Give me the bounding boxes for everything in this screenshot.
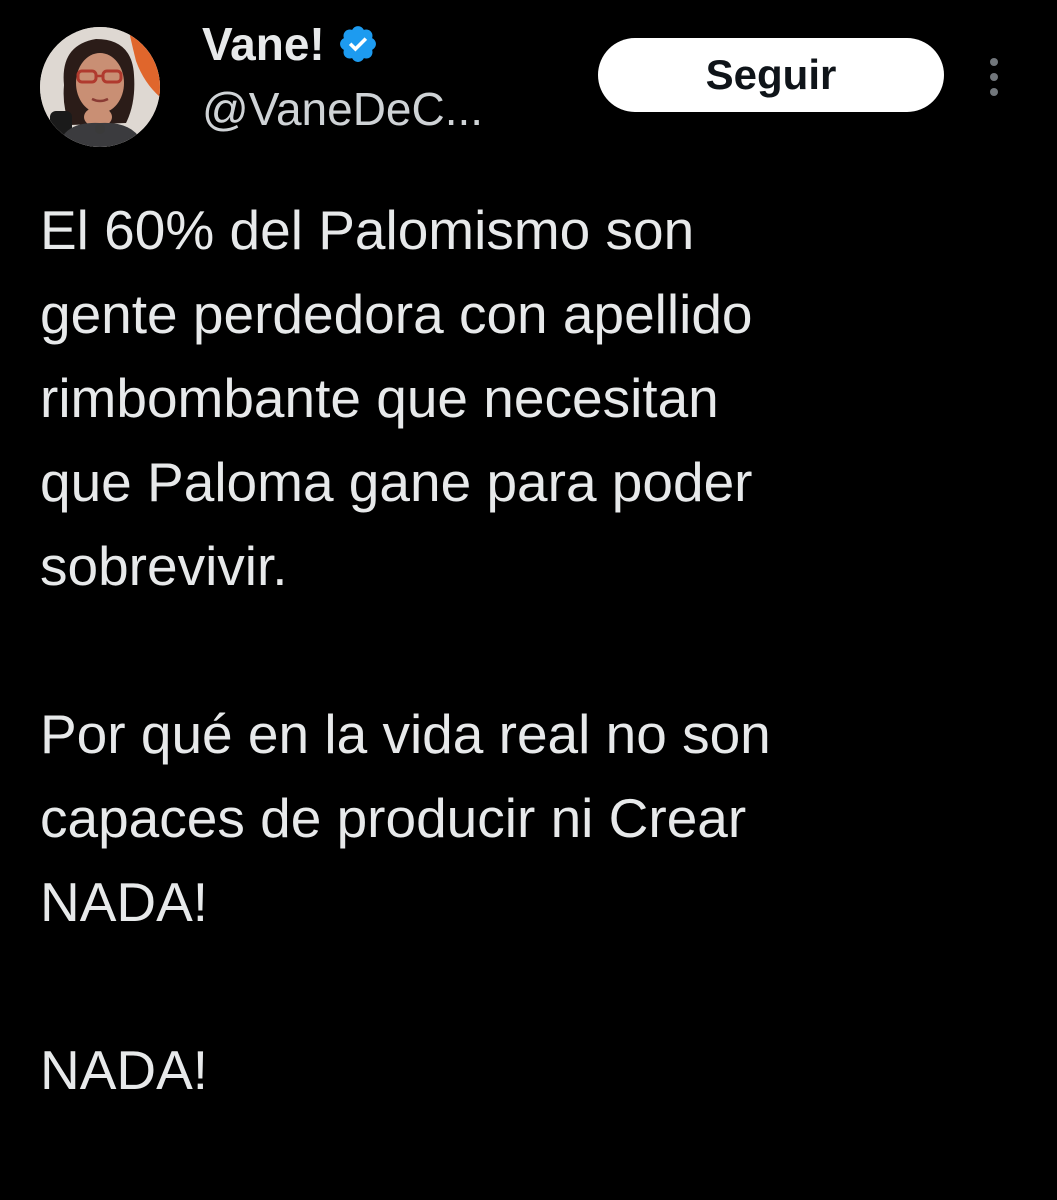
- tweet-card: Vane! @VaneDeC... Seguir El 60% del Palo…: [0, 0, 1057, 1200]
- avatar[interactable]: [40, 27, 160, 147]
- avatar-image: [40, 27, 160, 147]
- display-name-row: Vane!: [202, 14, 582, 74]
- tweet-body: El 60% del Palomismo son gente perdedora…: [40, 188, 1030, 1112]
- more-vertical-icon: [990, 58, 998, 96]
- tweet-text-paragraph-1: El 60% del Palomismo son gente perdedora…: [40, 199, 753, 597]
- display-name[interactable]: Vane!: [202, 17, 325, 71]
- handle[interactable]: @VaneDeC...: [202, 82, 582, 136]
- verified-badge-icon: [337, 23, 379, 65]
- more-options-button[interactable]: [976, 52, 1012, 102]
- tweet-text-paragraph-3: NADA!: [40, 1039, 209, 1101]
- tweet-text-paragraph-2: Por qué en la vida real no son capaces d…: [40, 703, 771, 933]
- tweet-header: Vane! @VaneDeC... Seguir: [0, 0, 1057, 170]
- author-names: Vane! @VaneDeC...: [202, 14, 582, 136]
- follow-button[interactable]: Seguir: [598, 38, 944, 112]
